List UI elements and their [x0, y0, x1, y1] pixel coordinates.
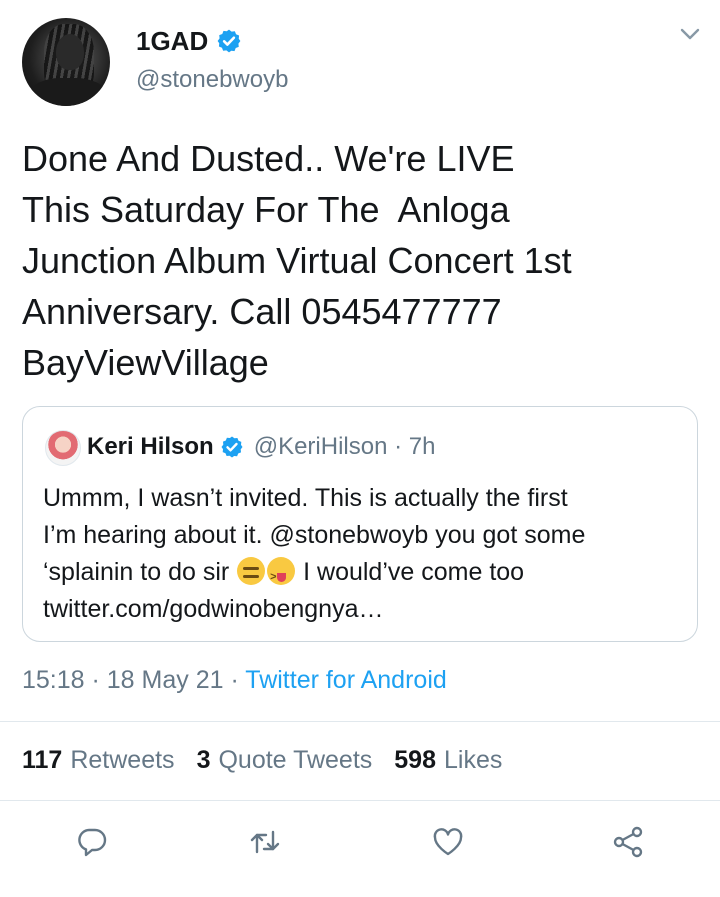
author-avatar[interactable]: [22, 18, 110, 106]
quote-tweets-stat[interactable]: 3 Quote Tweets: [197, 746, 373, 775]
quoted-tweet-header: Keri Hilson @KeriHilson · 7h: [87, 429, 435, 465]
share-icon[interactable]: [611, 825, 645, 859]
verified-badge-icon: [221, 436, 243, 458]
quoted-tweet-text: Ummm, I wasn’t invited. This is actually…: [43, 480, 683, 628]
verified-badge-icon: [217, 29, 241, 53]
author-name[interactable]: 1GAD: [136, 26, 208, 57]
author-handle[interactable]: @stonebwoyb: [136, 66, 288, 94]
author-name-row[interactable]: 1GAD: [136, 24, 242, 58]
quoted-tweet-time: 7h: [408, 433, 436, 460]
reply-icon[interactable]: [75, 825, 109, 859]
retweet-icon[interactable]: [248, 825, 282, 859]
chevron-down-icon[interactable]: [676, 24, 704, 44]
tweet-meta: 15:18 · 18 May 21 · Twitter for Android: [22, 666, 447, 694]
quoted-tweet-card[interactable]: Keri Hilson @KeriHilson · 7h Ummm, I was…: [22, 406, 698, 642]
divider: [0, 800, 720, 801]
squinting-tongue-face-emoji-icon: [267, 557, 296, 596]
tweet-stats: 117 Retweets 3 Quote Tweets 598 Likes: [22, 746, 524, 775]
quoted-tweet-link[interactable]: twitter.com/godwinobengnya…: [43, 595, 383, 623]
quoted-author-name: Keri Hilson: [87, 433, 214, 460]
retweets-stat[interactable]: 117 Retweets: [22, 746, 175, 775]
quoted-author-avatar: [45, 430, 81, 466]
tweet-text: Done And Dusted.. We're LIVE This Saturd…: [22, 138, 572, 383]
tweet-time: 15:18: [22, 666, 85, 694]
expressionless-face-emoji-icon: [237, 557, 266, 585]
likes-stat[interactable]: 598 Likes: [394, 746, 502, 775]
tweet-source-link[interactable]: Twitter for Android: [245, 666, 446, 694]
tweet-date: 18 May 21: [106, 666, 224, 694]
heart-icon[interactable]: [431, 825, 465, 859]
quoted-author-handle: @KeriHilson · 7h: [253, 433, 436, 460]
divider: [0, 721, 720, 722]
